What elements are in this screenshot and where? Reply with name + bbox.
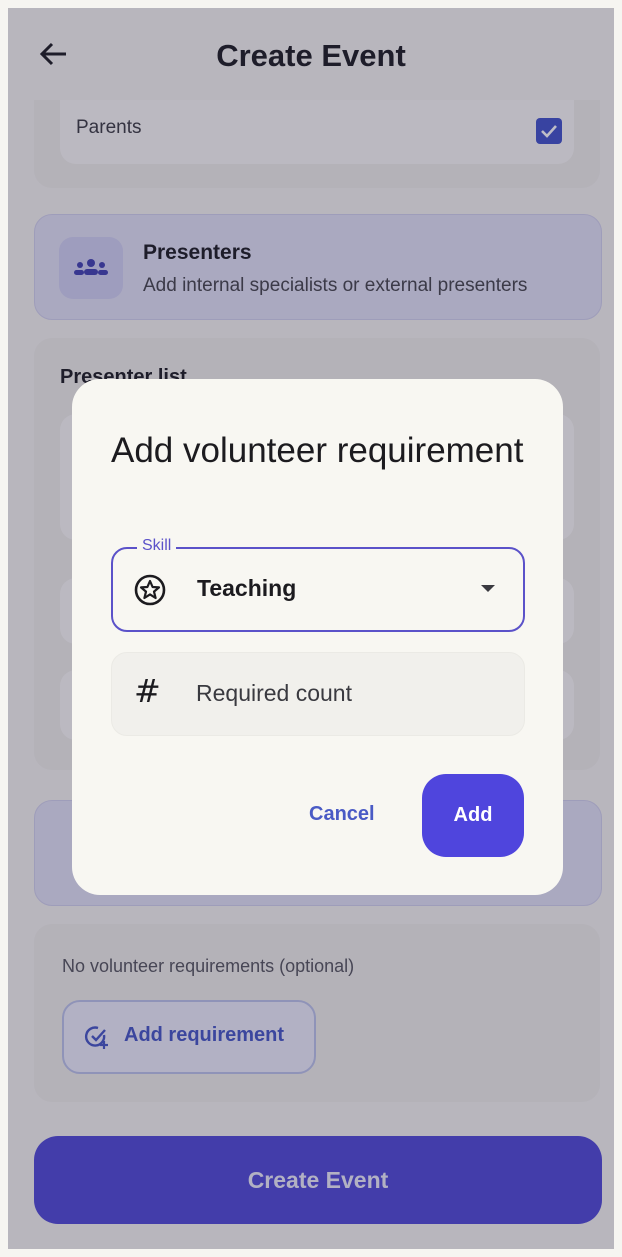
add-button-label: Add	[453, 804, 493, 826]
skill-value: Teaching	[197, 575, 297, 601]
star-badge-icon	[134, 574, 166, 606]
skill-field-label: Skill	[137, 537, 177, 555]
hash-icon: #	[134, 672, 161, 710]
required-count-placeholder: Required count	[196, 680, 352, 706]
add-button[interactable]: Add	[422, 774, 524, 857]
skill-dropdown[interactable]: Skill Teaching	[111, 537, 525, 632]
screen: Create Event Parents Presenters Add inte…	[8, 8, 614, 1249]
dropdown-caret-icon	[481, 585, 495, 592]
cancel-button[interactable]: Cancel	[309, 803, 375, 826]
dialog-title: Add volunteer requirement	[111, 431, 524, 470]
add-volunteer-dialog: Add volunteer requirement Skill Teaching…	[72, 379, 563, 895]
required-count-input[interactable]: # Required count	[111, 652, 525, 736]
